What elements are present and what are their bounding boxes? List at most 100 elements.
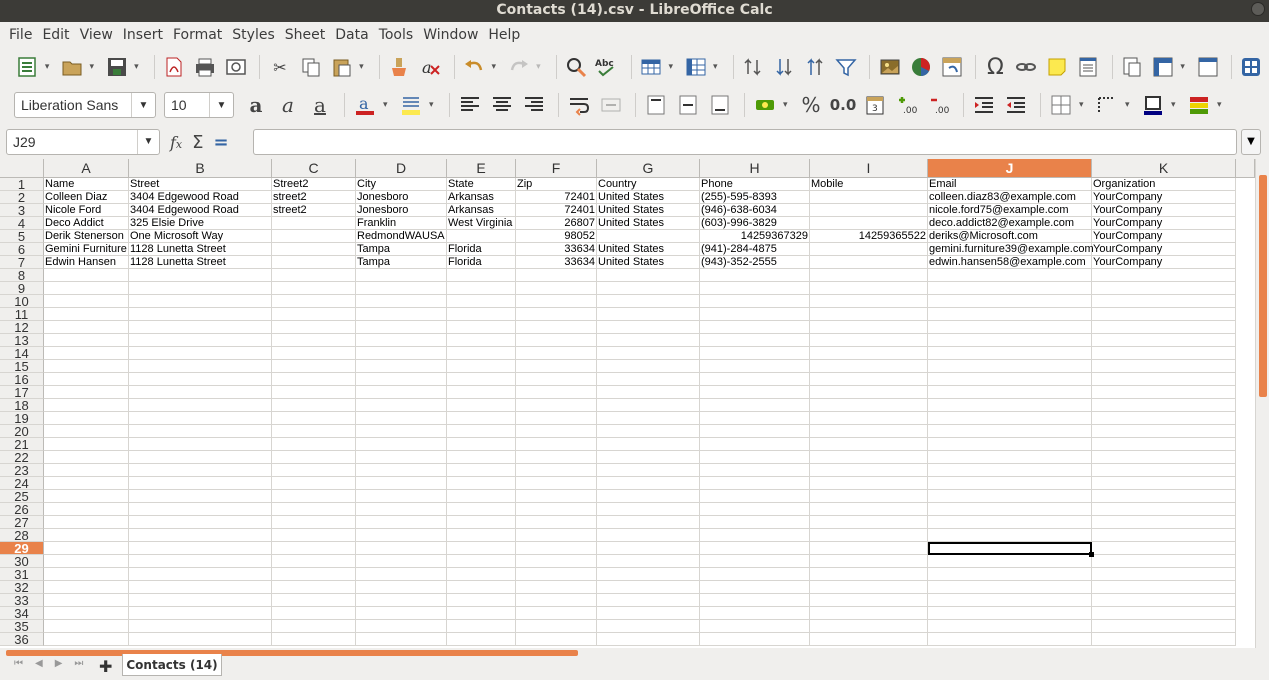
cell[interactable] [129, 360, 272, 373]
menu-file[interactable]: File [4, 22, 37, 48]
wrap-text-icon[interactable] [565, 91, 593, 119]
formula-icon[interactable]: = [214, 132, 229, 153]
cell[interactable] [447, 373, 516, 386]
cell[interactable] [447, 360, 516, 373]
cell[interactable] [516, 360, 597, 373]
cell[interactable]: Zip [516, 178, 597, 191]
cell[interactable] [356, 490, 447, 503]
cell[interactable]: YourCompany [1092, 217, 1236, 230]
cell[interactable] [928, 386, 1092, 399]
cell[interactable] [129, 438, 272, 451]
find-replace-icon[interactable] [563, 53, 590, 81]
cell[interactable] [272, 399, 356, 412]
cell[interactable] [272, 347, 356, 360]
cell[interactable] [700, 620, 810, 633]
cell[interactable] [597, 295, 700, 308]
cell[interactable] [810, 620, 928, 633]
border-style-icon[interactable] [1093, 91, 1121, 119]
cell[interactable] [516, 321, 597, 334]
cell[interactable] [447, 295, 516, 308]
cell[interactable] [44, 490, 129, 503]
cell[interactable] [810, 334, 928, 347]
cell[interactable] [597, 542, 700, 555]
cell[interactable] [928, 282, 1092, 295]
cell[interactable]: Arkansas [447, 204, 516, 217]
cell[interactable] [129, 425, 272, 438]
cell[interactable] [700, 568, 810, 581]
cell[interactable] [810, 555, 928, 568]
cell[interactable]: colleen.diaz83@example.com [928, 191, 1092, 204]
freeze-rows-columns-icon[interactable] [1149, 53, 1176, 81]
cell[interactable] [129, 633, 272, 646]
cell[interactable] [700, 282, 810, 295]
cell[interactable] [928, 633, 1092, 646]
cell[interactable] [44, 412, 129, 425]
cell[interactable]: (946)-638-6034 [700, 204, 810, 217]
new-document-icon[interactable] [14, 53, 41, 81]
insert-chart-icon[interactable] [907, 53, 934, 81]
new-dropdown-icon[interactable]: ▾ [45, 62, 53, 72]
cell[interactable] [516, 347, 597, 360]
cell[interactable] [356, 269, 447, 282]
cell[interactable]: YourCompany [1092, 191, 1236, 204]
cell[interactable]: YourCompany [1092, 256, 1236, 269]
cell[interactable]: City [356, 178, 447, 191]
cell[interactable]: street2 [272, 204, 356, 217]
date-format-icon[interactable]: 3 [861, 91, 889, 119]
cell[interactable] [700, 334, 810, 347]
cell[interactable] [516, 464, 597, 477]
cell[interactable] [44, 321, 129, 334]
cell[interactable] [597, 360, 700, 373]
menu-help[interactable]: Help [483, 22, 525, 48]
vertical-scrollbar-thumb[interactable] [1259, 175, 1267, 397]
cell[interactable] [928, 555, 1092, 568]
comment-icon[interactable] [1044, 53, 1071, 81]
cell[interactable] [1092, 555, 1236, 568]
cell[interactable] [356, 282, 447, 295]
cell[interactable] [810, 464, 928, 477]
cell[interactable] [129, 607, 272, 620]
sort-descending-icon[interactable] [802, 53, 829, 81]
cell[interactable] [928, 451, 1092, 464]
cell[interactable] [129, 412, 272, 425]
cell[interactable] [356, 308, 447, 321]
cell[interactable] [356, 334, 447, 347]
clone-formatting-icon[interactable] [386, 53, 413, 81]
increase-indent-icon[interactable] [970, 91, 998, 119]
cell[interactable]: Derik Stenerson [44, 230, 129, 243]
row-icon[interactable] [638, 53, 665, 81]
cell[interactable] [516, 334, 597, 347]
font-size-box[interactable]: 10 ▼ [164, 92, 234, 118]
cell[interactable]: Florida [447, 243, 516, 256]
horizontal-scrollbar-thumb[interactable] [6, 650, 578, 656]
border-color-dropdown-icon[interactable]: ▾ [1171, 100, 1179, 110]
cell[interactable] [356, 529, 447, 542]
cell[interactable] [928, 516, 1092, 529]
cell[interactable]: Phone [700, 178, 810, 191]
italic-icon[interactable]: a [274, 91, 302, 119]
cell[interactable] [928, 594, 1092, 607]
chevron-down-icon[interactable]: ▼ [137, 130, 159, 154]
cell[interactable] [516, 529, 597, 542]
cell[interactable] [700, 464, 810, 477]
cell[interactable]: Country [597, 178, 700, 191]
cell[interactable]: 3404 Edgewood Road [129, 191, 272, 204]
cell[interactable] [597, 373, 700, 386]
cell[interactable] [129, 334, 272, 347]
column-header-g[interactable]: G [597, 159, 700, 178]
sum-icon[interactable]: Σ [192, 132, 203, 153]
cell[interactable] [129, 321, 272, 334]
cell[interactable] [597, 594, 700, 607]
window-close-button[interactable] [1251, 2, 1265, 16]
border-color-icon[interactable] [1139, 91, 1167, 119]
cell[interactable] [1092, 503, 1236, 516]
percent-format-icon[interactable]: % [797, 91, 825, 119]
cell[interactable] [447, 425, 516, 438]
cell[interactable] [597, 308, 700, 321]
cell[interactable]: deco.addict82@example.com [928, 217, 1092, 230]
print-icon[interactable] [192, 53, 219, 81]
paste-dropdown-icon[interactable]: ▾ [359, 62, 367, 72]
cell[interactable] [356, 295, 447, 308]
cell[interactable]: Organization [1092, 178, 1236, 191]
cell[interactable] [1092, 399, 1236, 412]
